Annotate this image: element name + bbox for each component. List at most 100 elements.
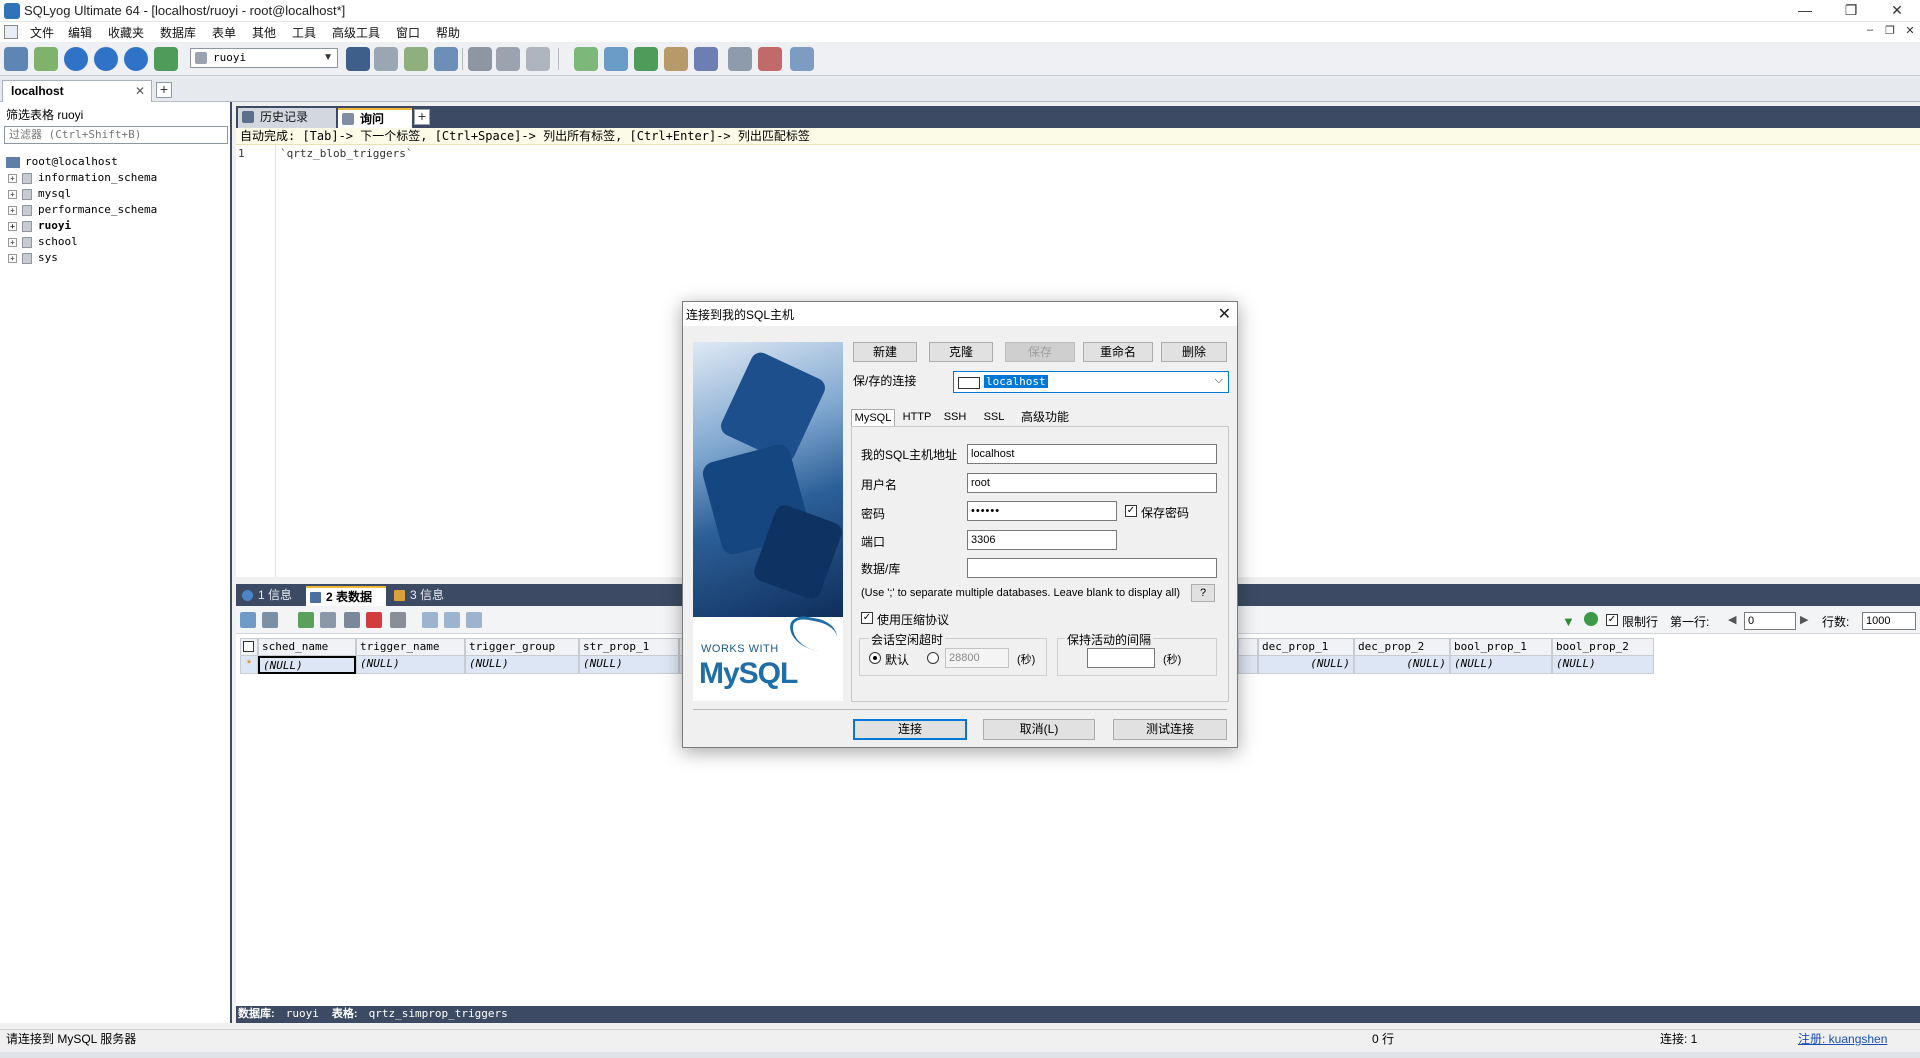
new-button[interactable]: 新建 — [853, 342, 917, 362]
tab-http[interactable]: HTTP — [897, 409, 937, 427]
menu-advanced-tools[interactable]: 高级工具 — [332, 24, 380, 41]
expand-icon[interactable]: + — [8, 221, 17, 231]
backup-icon[interactable] — [374, 47, 398, 71]
table-cell[interactable]: (NULL) — [1258, 656, 1354, 674]
user-icon[interactable] — [346, 47, 370, 71]
text-view-icon[interactable] — [466, 612, 482, 628]
column-header[interactable]: bool_prop_2 — [1552, 638, 1654, 656]
table-cell[interactable] — [1238, 656, 1258, 674]
delete-row-icon[interactable] — [366, 612, 382, 628]
select-all-checkbox[interactable] — [240, 638, 258, 656]
column-header[interactable]: trigger_group — [465, 638, 579, 656]
register-link[interactable]: 注册: kuangshen — [1798, 1030, 1887, 1049]
compare-icon[interactable] — [634, 47, 658, 71]
database-select[interactable]: ruoyi ▼ — [190, 48, 338, 68]
tree-db-mysql[interactable]: + mysql — [8, 186, 71, 202]
clone-button[interactable]: 克隆 — [929, 342, 993, 362]
save-password-checkbox[interactable]: ✓ — [1125, 505, 1137, 517]
table-cell[interactable]: (NULL) — [465, 656, 579, 674]
schema-icon[interactable] — [468, 47, 492, 71]
refresh-icon[interactable] — [1584, 612, 1598, 626]
export-icon[interactable] — [262, 612, 278, 628]
filter-icon[interactable]: ▼ — [1562, 614, 1575, 629]
add-icon[interactable] — [34, 47, 58, 71]
cancel-changes-icon[interactable] — [390, 612, 406, 628]
filter-input[interactable]: 过滤器 (Ctrl+Shift+B) — [4, 126, 228, 144]
menu-database[interactable]: 数据库 — [160, 24, 196, 41]
default-timeout-radio[interactable] — [869, 652, 881, 664]
execute-icon[interactable] — [64, 47, 88, 71]
refresh-icon[interactable] — [154, 47, 178, 71]
table-cell[interactable]: (NULL) — [1552, 656, 1654, 674]
port-input[interactable]: 3306 — [967, 530, 1117, 550]
tab-mysql[interactable]: MySQL — [851, 409, 895, 427]
expand-icon[interactable]: + — [8, 205, 17, 215]
code-line[interactable]: `qrtz_blob_triggers` — [280, 147, 412, 160]
tab-query[interactable]: 询问 — [338, 108, 412, 128]
document-icon[interactable] — [4, 25, 18, 39]
timeout-input[interactable]: 28800 — [945, 648, 1009, 668]
menu-help[interactable]: 帮助 — [436, 24, 460, 41]
tab-advanced[interactable]: 高级功能 — [1015, 409, 1075, 427]
tree-root[interactable]: root@localhost — [6, 154, 118, 170]
restore-button[interactable]: ❐ — [1828, 0, 1874, 22]
table-icon[interactable] — [496, 47, 520, 71]
mdi-restore-icon[interactable]: ❐ — [1882, 24, 1898, 37]
minimize-button[interactable]: — — [1782, 0, 1828, 22]
expand-icon[interactable]: + — [8, 173, 17, 183]
menu-tools[interactable]: 工具 — [292, 24, 316, 41]
import-icon[interactable] — [404, 47, 428, 71]
save-icon[interactable] — [344, 612, 360, 628]
monitor-icon[interactable] — [728, 47, 752, 71]
connection-tab[interactable]: localhost ✕ — [2, 80, 152, 102]
tab-history[interactable]: 历史记录 — [238, 108, 336, 128]
menu-window[interactable]: 窗口 — [396, 24, 420, 41]
insert-row-icon[interactable] — [298, 612, 314, 628]
close-window-button[interactable]: ✕ — [1874, 0, 1920, 22]
test-connection-button[interactable]: 测试连接 — [1113, 719, 1227, 740]
limit-rows-checkbox[interactable]: ✓ — [1606, 614, 1618, 626]
menu-favorites[interactable]: 收藏夹 — [108, 24, 144, 41]
tree-db-information-schema[interactable]: + information_schema — [8, 170, 157, 186]
tab-ssl[interactable]: SSL — [975, 409, 1013, 427]
sync-icon[interactable] — [574, 47, 598, 71]
compress-protocol-checkbox[interactable]: ✓ — [861, 612, 873, 624]
rows-count-input[interactable]: 1000 — [1862, 612, 1916, 630]
table-cell[interactable]: (NULL) — [1354, 656, 1450, 674]
stop-icon[interactable] — [124, 47, 148, 71]
column-header[interactable]: bool_prop_1 — [1450, 638, 1552, 656]
close-icon[interactable]: ✕ — [135, 84, 145, 98]
custom-timeout-radio[interactable] — [927, 652, 939, 664]
job-icon[interactable] — [664, 47, 688, 71]
grid-mode-icon[interactable] — [240, 612, 256, 628]
username-input[interactable]: root — [967, 473, 1217, 493]
execute-all-icon[interactable] — [94, 47, 118, 71]
menu-table[interactable]: 表单 — [212, 24, 236, 41]
next-page-icon[interactable]: ▶ — [1800, 613, 1808, 626]
duplicate-row-icon[interactable] — [320, 612, 336, 628]
saved-connection-select[interactable]: localhost ⌵ — [953, 371, 1229, 393]
export-icon[interactable] — [434, 47, 458, 71]
add-connection-tab-button[interactable]: + — [156, 82, 172, 98]
notification-icon[interactable] — [694, 47, 718, 71]
expand-icon[interactable]: + — [8, 237, 17, 247]
cancel-button[interactable]: 取消(L) — [983, 719, 1095, 740]
menu-file[interactable]: 文件 — [30, 24, 54, 41]
grid-view-icon[interactable] — [422, 612, 438, 628]
dialog-close-icon[interactable]: ✕ — [1218, 304, 1231, 324]
form-view-icon[interactable] — [444, 612, 460, 628]
column-header[interactable]: dec_prop_2 — [1354, 638, 1450, 656]
report-icon[interactable] — [758, 47, 782, 71]
table-cell[interactable]: (NULL) — [258, 656, 356, 674]
tab-ssh[interactable]: SSH — [937, 409, 973, 427]
save-button[interactable]: 保存 — [1005, 342, 1075, 362]
database-input[interactable] — [967, 558, 1217, 578]
expand-icon[interactable]: + — [8, 253, 17, 263]
first-row-input[interactable]: 0 — [1744, 612, 1796, 630]
tab-result-info-3[interactable]: 3 信息 — [390, 586, 454, 606]
table-cell[interactable]: (NULL) — [1450, 656, 1552, 674]
checkbox-icon[interactable] — [243, 641, 254, 652]
column-header[interactable] — [1238, 638, 1258, 656]
migration-icon[interactable] — [604, 47, 628, 71]
tree-db-performance-schema[interactable]: + performance_schema — [8, 202, 157, 218]
